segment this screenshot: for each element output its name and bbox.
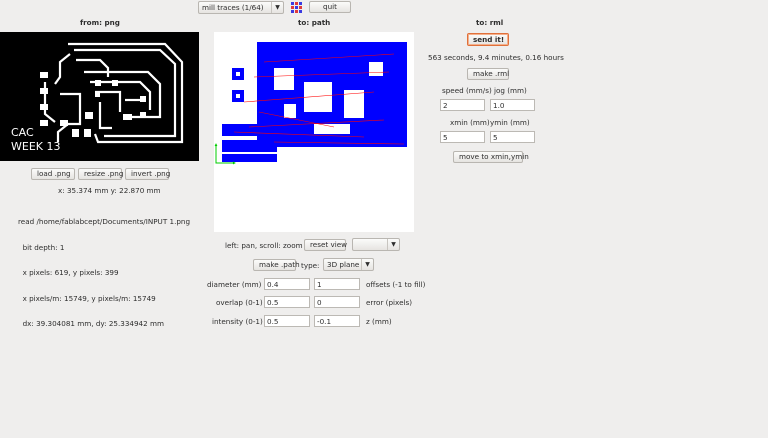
diameter-label: diameter (mm) <box>207 280 262 289</box>
png-info: read /home/fablabcept/Documents/INPUT 1.… <box>18 201 190 337</box>
info-line: dx: 39.304081 mm, dy: 25.334942 mm <box>18 319 164 328</box>
view-hint: left: pan, scroll: zoom <box>225 241 303 250</box>
error-field[interactable]: 0 <box>314 296 360 308</box>
chevron-down-icon: ▼ <box>387 239 399 250</box>
intensity-field[interactable]: 0.5 <box>264 315 310 327</box>
intensity-label: intensity (0-1) <box>212 317 263 326</box>
make-rml-button[interactable]: make .rml <box>467 68 509 80</box>
info-line: read /home/fablabcept/Documents/INPUT 1.… <box>18 217 191 226</box>
z-label: z (mm) <box>366 317 392 326</box>
chevron-down-icon: ▼ <box>271 2 283 13</box>
load-png-button[interactable]: load .png <box>31 168 75 180</box>
resize-png-button[interactable]: resize .png <box>78 168 123 180</box>
time-estimate: 563 seconds, 9.4 minutes, 0.16 hours <box>428 53 564 62</box>
overlap-field[interactable]: 0.5 <box>264 296 310 308</box>
to-rml-header: to: rml <box>476 18 504 27</box>
pcb-traces-image: CAC WEEK 13 <box>11 42 184 153</box>
offsets-field[interactable]: 1 <box>314 278 360 290</box>
process-combo[interactable]: mill traces (1/64) ▼ <box>198 1 284 14</box>
speed-field[interactable]: 2 <box>440 99 485 111</box>
color-grid-icon[interactable] <box>291 2 302 13</box>
png-preview: CAC WEEK 13 <box>0 32 199 161</box>
type-label: type: <box>301 261 320 270</box>
speed-label: speed (mm/s) <box>442 86 492 95</box>
reset-view-button[interactable]: reset view <box>304 239 347 251</box>
cursor-coords: x: 35.374 mm y: 22.870 mm <box>58 186 161 195</box>
xmin-label: xmin (mm) <box>450 118 490 127</box>
type-combo-value: 3D plane <box>327 260 360 269</box>
view-combo[interactable]: ▼ <box>352 238 400 251</box>
xmin-field[interactable]: 5 <box>440 131 485 143</box>
from-png-header: from: png <box>80 18 120 27</box>
jog-field[interactable]: 1.0 <box>490 99 535 111</box>
offsets-label: offsets (-1 to fill) <box>366 280 426 289</box>
error-label: error (pixels) <box>366 298 413 307</box>
overlap-label: overlap (0-1) <box>216 298 263 307</box>
invert-png-button[interactable]: invert .png <box>125 168 170 180</box>
chevron-down-icon: ▼ <box>361 259 373 270</box>
move-to-xmin-ymin-button[interactable]: move to xmin,ymin <box>453 151 529 163</box>
process-combo-value: mill traces (1/64) <box>202 3 264 12</box>
info-line: x pixels/m: 15749, y pixels/m: 15749 <box>18 293 156 303</box>
image-text-line2: WEEK 13 <box>11 140 60 153</box>
info-line: bit depth: 1 <box>18 242 65 252</box>
to-path-header: to: path <box>298 18 331 27</box>
jog-label: jog (mm) <box>494 86 527 95</box>
make-path-button[interactable]: make .path <box>253 259 300 271</box>
info-line: x pixels: 619, y pixels: 399 <box>18 268 119 277</box>
ymin-label: ymin (mm) <box>490 118 530 127</box>
send-it-button[interactable]: send it! <box>467 33 509 46</box>
toolpath-preview <box>214 42 407 165</box>
quit-button[interactable]: quit <box>309 1 351 13</box>
z-field[interactable]: -0.1 <box>314 315 360 327</box>
diameter-field[interactable]: 0.4 <box>264 278 310 290</box>
image-text-line1: CAC <box>11 126 34 139</box>
path-canvas[interactable] <box>214 32 414 232</box>
ymin-field[interactable]: 5 <box>490 131 535 143</box>
type-combo[interactable]: 3D plane ▼ <box>323 258 374 271</box>
